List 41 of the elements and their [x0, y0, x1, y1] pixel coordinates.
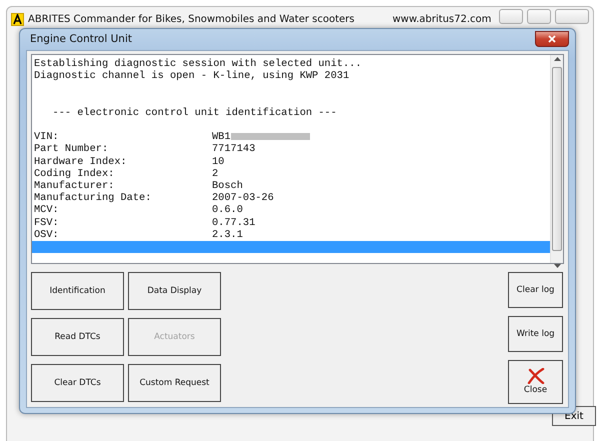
side-button[interactable]: Clear log	[508, 272, 563, 308]
field-label: Hardware Index:	[34, 156, 128, 168]
minimize-button[interactable]	[499, 8, 523, 24]
selected-row[interactable]	[32, 241, 550, 254]
field-value: Bosch	[212, 180, 243, 192]
function-button[interactable]: Identification	[31, 272, 124, 310]
field-label: Part Number:	[34, 143, 110, 156]
close-button[interactable]: Close	[508, 360, 563, 404]
close-button[interactable]	[535, 30, 569, 46]
maximize-button[interactable]	[527, 8, 551, 24]
field-value: 0.77.31	[212, 216, 256, 229]
log-line: Establishing diagnostic session with selected unit...	[34, 58, 362, 70]
log-heading: --- electronic control unit identification ---	[52, 106, 338, 120]
field-label: VIN:	[34, 131, 60, 144]
function-button[interactable]: Data Display	[128, 272, 221, 310]
log-line: Diagnostic channel is open - K-line, using KWP 2031	[34, 70, 350, 82]
field-value: 2.3.1	[212, 228, 243, 241]
function-button[interactable]: Clear DTCs	[31, 364, 124, 402]
cross-icon	[526, 368, 544, 384]
field-value: 0.6.0	[212, 204, 243, 216]
field-value: WB1	[212, 131, 231, 144]
window-title: ABRITES Commander for Bikes, Snowmobiles and Water scooters	[28, 12, 354, 26]
close-icon	[548, 34, 556, 42]
field-label: FSV:	[34, 216, 60, 229]
field-value: 2	[212, 168, 218, 180]
function-button[interactable]: Read DTCs	[31, 318, 124, 356]
function-button[interactable]: Custom Request	[128, 364, 221, 402]
field-value: 10	[212, 156, 224, 168]
dialog-title: Engine Control Unit	[30, 32, 132, 47]
field-label: MCV:	[34, 204, 60, 217]
app-logo-icon	[11, 12, 24, 26]
field-label: OSV:	[34, 228, 60, 242]
field-value: 7717143	[212, 143, 256, 156]
field-label: Manufacturing Date:	[34, 192, 152, 204]
scroll-up-icon[interactable]	[554, 57, 560, 62]
scroll-thumb[interactable]	[552, 67, 562, 251]
side-button[interactable]: Write log	[508, 316, 563, 352]
field-label: Manufacturer:	[34, 180, 116, 192]
field-value: 2007-03-26	[212, 192, 274, 204]
field-label: Coding Index:	[34, 168, 116, 180]
website-text: www.abritus72.com	[392, 12, 492, 26]
